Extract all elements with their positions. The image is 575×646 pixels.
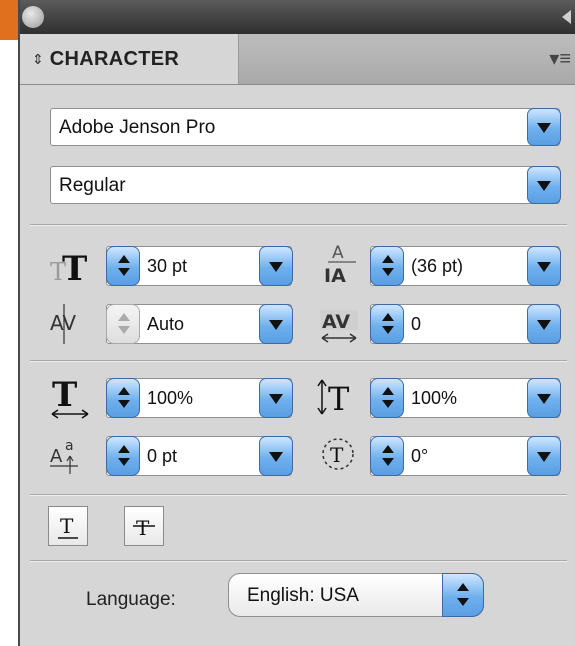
- font-style-dropdown[interactable]: Regular: [50, 166, 561, 204]
- svg-text:AV: AV: [50, 311, 76, 335]
- vertical-scale-field[interactable]: 100%: [370, 378, 561, 418]
- character-panel: ⇕ CHARACTER ▾≡ Adobe Jenson Pro Regular …: [18, 0, 575, 646]
- chevron-down-icon[interactable]: [527, 378, 561, 418]
- language-label: Language:: [86, 589, 176, 610]
- chevron-down-icon[interactable]: [259, 436, 293, 476]
- tracking-stepper[interactable]: [370, 304, 404, 344]
- svg-text:T: T: [136, 516, 150, 540]
- language-value: English: USA: [247, 585, 359, 606]
- svg-text:a: a: [65, 438, 74, 454]
- leading-value: (36 pt): [411, 256, 464, 276]
- language-select[interactable]: English: USA: [228, 573, 484, 617]
- chevron-down-icon[interactable]: [259, 246, 293, 286]
- leading-field[interactable]: (36 pt): [370, 246, 561, 286]
- svg-text:T: T: [60, 514, 74, 538]
- collapse-arrow-icon[interactable]: [562, 10, 571, 24]
- underline-icon: T: [58, 514, 78, 539]
- kerning-value: Auto: [147, 314, 185, 334]
- panel-menu-icon[interactable]: ▾≡: [549, 46, 571, 71]
- strikethrough-icon: T: [133, 516, 155, 540]
- svg-text:T: T: [52, 375, 77, 415]
- leading-icon: A IA: [320, 240, 364, 287]
- kerning-field[interactable]: Auto: [106, 304, 293, 344]
- chevron-down-icon[interactable]: [259, 304, 293, 344]
- rotation-icon: T: [318, 432, 362, 476]
- font-size-stepper[interactable]: [106, 246, 140, 286]
- baseline-shift-stepper[interactable]: [106, 436, 140, 476]
- divider: [30, 494, 567, 496]
- divider: [30, 560, 567, 562]
- svg-text:AV: AV: [322, 311, 350, 333]
- divider: [30, 360, 567, 362]
- horizontal-scale-icon: T: [48, 374, 92, 419]
- rotation-stepper[interactable]: [370, 436, 404, 476]
- svg-text:A: A: [50, 446, 63, 467]
- tracking-value: 0: [411, 314, 422, 334]
- panel-titlebar: [20, 0, 575, 34]
- svg-text:IA: IA: [324, 265, 346, 287]
- vertical-scale-stepper[interactable]: [370, 378, 404, 418]
- divider: [30, 224, 567, 226]
- kerning-stepper[interactable]: [106, 304, 140, 344]
- chevron-down-icon[interactable]: [527, 304, 561, 344]
- rotation-field[interactable]: 0°: [370, 436, 561, 476]
- horizontal-scale-stepper[interactable]: [106, 378, 140, 418]
- chevron-down-icon[interactable]: [259, 378, 293, 418]
- baseline-shift-field[interactable]: 0 pt: [106, 436, 293, 476]
- tracking-field[interactable]: 0: [370, 304, 561, 344]
- chevron-down-icon[interactable]: [527, 108, 561, 146]
- font-style-value: Regular: [59, 175, 126, 196]
- underline-button[interactable]: T: [48, 506, 88, 546]
- font-family-value: Adobe Jenson Pro: [59, 117, 216, 138]
- svg-text:T: T: [330, 443, 344, 467]
- tab-label: CHARACTER: [49, 47, 180, 70]
- updown-arrows-icon[interactable]: [442, 573, 484, 617]
- baseline-shift-icon: A a: [48, 432, 92, 476]
- chevron-down-icon[interactable]: [527, 166, 561, 204]
- leading-stepper[interactable]: [370, 246, 404, 286]
- horizontal-scale-value: 100%: [147, 388, 194, 408]
- horizontal-scale-field[interactable]: 100%: [106, 378, 293, 418]
- panel-tabbar: ⇕ CHARACTER ▾≡: [20, 34, 575, 85]
- expand-arrows-icon: ⇕: [32, 50, 44, 67]
- baseline-shift-value: 0 pt: [147, 446, 178, 466]
- close-icon[interactable]: [22, 6, 44, 28]
- font-size-value: 30 pt: [147, 256, 188, 276]
- svg-text:A: A: [332, 243, 344, 263]
- tracking-icon: AV: [318, 300, 362, 344]
- svg-text:T: T: [328, 380, 350, 418]
- font-family-dropdown[interactable]: Adobe Jenson Pro: [50, 108, 561, 146]
- font-size-field[interactable]: 30 pt: [106, 246, 293, 286]
- strikethrough-button[interactable]: T: [124, 506, 164, 546]
- svg-text:T: T: [62, 249, 87, 288]
- rotation-value: 0°: [411, 446, 429, 466]
- font-size-icon: T T: [48, 244, 92, 289]
- kerning-icon: AV: [48, 300, 92, 344]
- vertical-scale-icon: T: [316, 374, 360, 418]
- vertical-scale-value: 100%: [411, 388, 458, 408]
- tab-character[interactable]: ⇕ CHARACTER: [20, 34, 239, 84]
- chevron-down-icon[interactable]: [527, 246, 561, 286]
- chevron-down-icon[interactable]: [527, 436, 561, 476]
